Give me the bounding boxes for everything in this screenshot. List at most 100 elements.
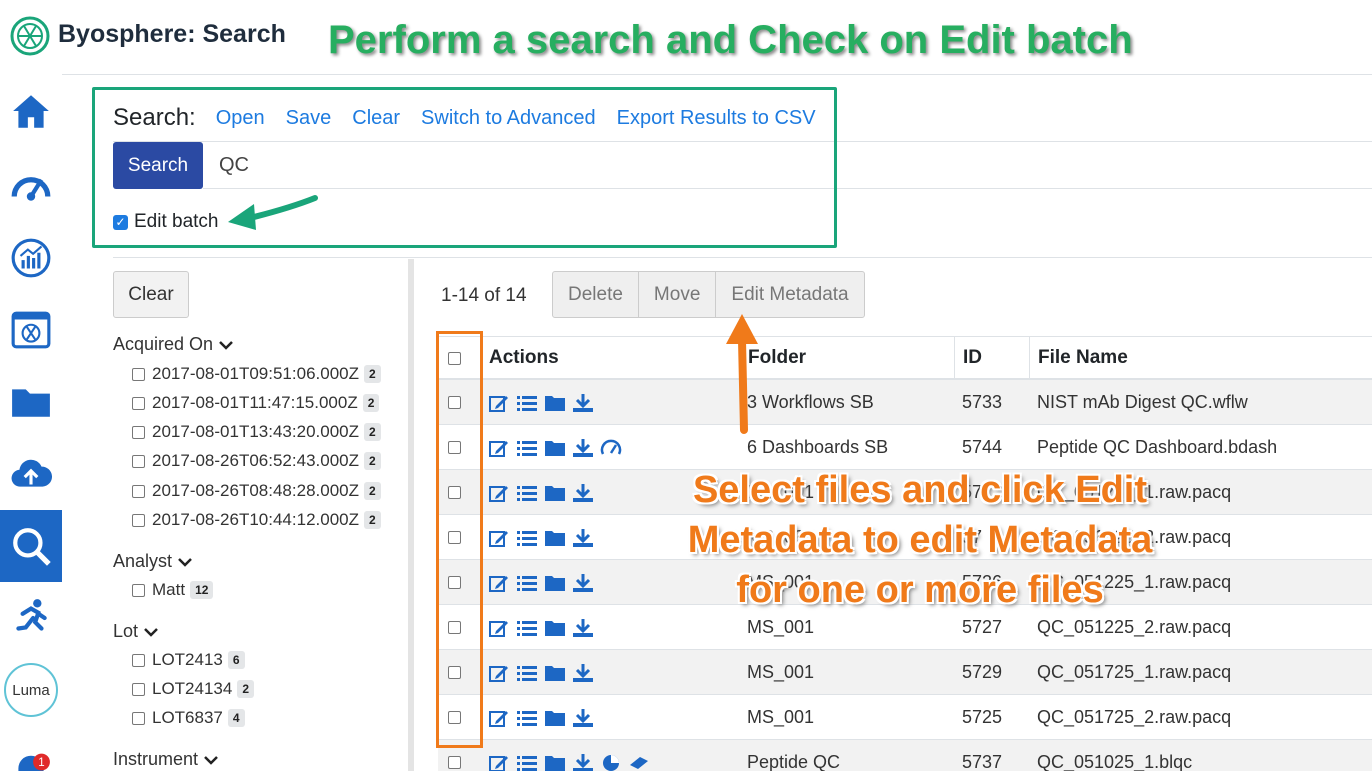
- edit-icon[interactable]: [488, 438, 510, 458]
- folder-icon[interactable]: [544, 753, 566, 771]
- table-row[interactable]: 6 Dashboards SB 5744 Peptide QC Dashboard.…: [438, 425, 1372, 470]
- facet-analyst[interactable]: Analyst: [113, 551, 192, 572]
- facet-item[interactable]: 2017-08-01T11:47:15.000Z 2: [132, 393, 380, 413]
- facet-item[interactable]: 2017-08-01T09:51:06.000Z 2: [132, 364, 381, 384]
- download-icon[interactable]: [572, 663, 594, 683]
- pie-chart-icon[interactable]: [600, 753, 622, 771]
- cell-file-name[interactable]: QC_051725_1.raw.pacq: [1029, 650, 1372, 695]
- edit-icon[interactable]: [488, 708, 510, 728]
- checkbox[interactable]: [132, 583, 145, 597]
- facet-item[interactable]: Matt 12: [132, 580, 214, 600]
- table-row[interactable]: Peptide QC 5737 QC_051025_1.blqc: [438, 740, 1372, 771]
- cell-file-name[interactable]: QC_051725_2.raw.pacq: [1029, 695, 1372, 740]
- table-row[interactable]: 3 Workflows SB 5733 NIST mAb Digest QC.wfl…: [438, 380, 1372, 425]
- checkbox[interactable]: [132, 653, 145, 667]
- download-icon[interactable]: [572, 483, 594, 503]
- download-icon[interactable]: [572, 708, 594, 728]
- edit-icon[interactable]: [488, 618, 510, 638]
- download-icon[interactable]: [572, 438, 594, 458]
- facet-clear-button[interactable]: Clear: [113, 271, 189, 318]
- list-icon[interactable]: [516, 708, 538, 728]
- table-row[interactable]: MS_001 5729 QC_051725_1.raw.pacq: [438, 650, 1372, 695]
- list-icon[interactable]: [516, 528, 538, 548]
- row-checkbox[interactable]: [448, 756, 461, 769]
- facet-instrument[interactable]: Instrument: [113, 749, 218, 770]
- cell-file-name[interactable]: Peptide QC Dashboard.bdash: [1029, 425, 1372, 470]
- edit-metadata-button[interactable]: Edit Metadata: [716, 272, 863, 317]
- table-row[interactable]: MS_001 5725 QC_051725_2.raw.pacq: [438, 695, 1372, 740]
- edit-icon[interactable]: [488, 393, 510, 413]
- nav-dashboards[interactable]: [0, 150, 62, 222]
- folder-icon[interactable]: [544, 483, 566, 503]
- nav-runs[interactable]: [0, 582, 62, 654]
- facet-item[interactable]: 2017-08-26T10:44:12.000Z 2: [132, 510, 381, 530]
- sidebar: Luma 1: [0, 76, 62, 771]
- folder-icon[interactable]: [544, 528, 566, 548]
- facet-lot[interactable]: Lot: [113, 621, 158, 642]
- move-button[interactable]: Move: [639, 272, 717, 317]
- checkbox[interactable]: [132, 484, 145, 498]
- edit-icon[interactable]: [488, 528, 510, 548]
- checkbox[interactable]: [132, 425, 145, 439]
- checkbox[interactable]: [132, 682, 145, 696]
- list-icon[interactable]: [516, 393, 538, 413]
- col-folder[interactable]: Folder: [739, 336, 954, 380]
- layers-icon[interactable]: [628, 753, 650, 771]
- nav-analytics[interactable]: [0, 222, 62, 294]
- checkbox[interactable]: [132, 454, 145, 468]
- facet-item[interactable]: LOT24134 2: [132, 679, 255, 699]
- download-icon[interactable]: [572, 753, 594, 771]
- facet-item[interactable]: 2017-08-01T13:43:20.000Z 2: [132, 422, 381, 442]
- cell-file-name[interactable]: QC_051025_1.blqc: [1029, 740, 1372, 771]
- folder-icon[interactable]: [544, 708, 566, 728]
- checkbox[interactable]: [132, 367, 145, 381]
- folder-icon[interactable]: [544, 573, 566, 593]
- cell-folder: MS_001: [747, 707, 815, 727]
- list-icon[interactable]: [516, 573, 538, 593]
- facet-acquired-on[interactable]: Acquired On: [113, 334, 233, 355]
- list-icon[interactable]: [516, 618, 538, 638]
- download-icon[interactable]: [572, 393, 594, 413]
- download-icon[interactable]: [572, 573, 594, 593]
- folder-icon[interactable]: [544, 393, 566, 413]
- runner-icon: [16, 599, 47, 631]
- nav-notifications[interactable]: 1: [0, 726, 62, 771]
- facet-title: Instrument: [113, 749, 199, 769]
- nav-luma[interactable]: Luma: [0, 654, 62, 726]
- edit-icon[interactable]: [488, 483, 510, 503]
- folder-icon[interactable]: [544, 438, 566, 458]
- panel-splitter[interactable]: [408, 259, 414, 771]
- col-id[interactable]: ID: [954, 336, 1029, 380]
- download-icon[interactable]: [572, 528, 594, 548]
- nav-apps[interactable]: [0, 294, 62, 366]
- count-badge: 2: [237, 680, 255, 698]
- nav-search[interactable]: [0, 510, 62, 582]
- checkbox[interactable]: [132, 396, 145, 410]
- nav-upload[interactable]: [0, 438, 62, 510]
- nav-home[interactable]: [0, 76, 62, 148]
- checkbox[interactable]: [132, 513, 145, 527]
- cell-folder: MS_001: [747, 662, 815, 682]
- row-actions: [488, 740, 738, 771]
- edit-icon[interactable]: [488, 573, 510, 593]
- edit-icon[interactable]: [488, 753, 510, 771]
- list-icon[interactable]: [516, 438, 538, 458]
- facet-item[interactable]: 2017-08-26T08:48:28.000Z 2: [132, 481, 381, 501]
- folder-icon[interactable]: [544, 618, 566, 638]
- list-icon[interactable]: [516, 753, 538, 771]
- list-icon[interactable]: [516, 663, 538, 683]
- delete-button[interactable]: Delete: [553, 272, 639, 317]
- cell-file-name[interactable]: NIST mAb Digest QC.wflw: [1029, 380, 1372, 425]
- checkbox[interactable]: [132, 711, 145, 725]
- facet-item[interactable]: LOT2413 6: [132, 650, 245, 670]
- col-file-name[interactable]: File Name: [1029, 336, 1372, 380]
- gauge-icon[interactable]: [600, 438, 622, 458]
- luma-label: Luma: [12, 682, 50, 699]
- facet-item[interactable]: 2017-08-26T06:52:43.000Z 2: [132, 451, 381, 471]
- download-icon[interactable]: [572, 618, 594, 638]
- list-icon[interactable]: [516, 483, 538, 503]
- nav-files[interactable]: [0, 366, 62, 438]
- facet-item[interactable]: LOT6837 4: [132, 708, 245, 728]
- folder-icon[interactable]: [544, 663, 566, 683]
- edit-icon[interactable]: [488, 663, 510, 683]
